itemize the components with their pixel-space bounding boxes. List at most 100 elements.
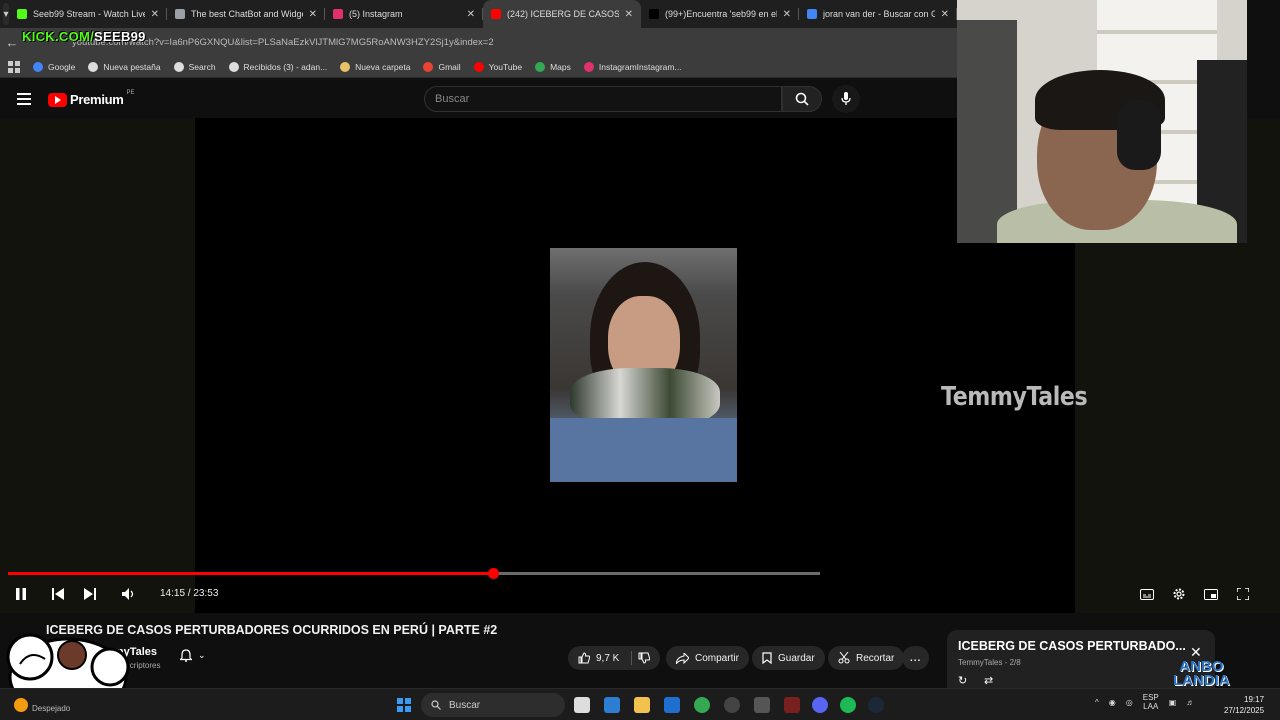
bookmark-favicon-icon bbox=[473, 61, 484, 72]
like-button[interactable]: 9,7 K bbox=[568, 646, 661, 670]
bookmark-item[interactable]: Nueva carpeta bbox=[340, 61, 410, 72]
close-tab-icon[interactable]: ✕ bbox=[625, 9, 633, 20]
youtube-header: Premium PE Buscar bbox=[0, 79, 957, 119]
scissors-icon bbox=[838, 652, 850, 664]
browser-tab[interactable]: (99+)Encuentra 'seb99 en el co ✕ bbox=[641, 0, 799, 28]
obs-icon[interactable] bbox=[724, 697, 740, 713]
copilot-icon[interactable] bbox=[604, 697, 620, 713]
close-tab-icon[interactable]: ✕ bbox=[151, 9, 159, 20]
settings-button[interactable] bbox=[1171, 584, 1187, 604]
display-icon[interactable]: ▣ bbox=[1169, 698, 1177, 707]
notifications-button[interactable]: ⌄ bbox=[180, 649, 206, 662]
lang-region: LAA bbox=[1143, 702, 1159, 711]
bookmark-favicon-icon bbox=[340, 61, 351, 72]
bookmark-item[interactable]: Google bbox=[33, 61, 75, 72]
bell-icon bbox=[180, 649, 192, 662]
clock[interactable]: 19:17 27/12/2025 bbox=[1224, 694, 1264, 716]
bookmark-label: Recibidos (3) - adan... bbox=[243, 61, 328, 72]
search-button[interactable] bbox=[782, 86, 822, 112]
language-indicator[interactable]: ESP LAA bbox=[1143, 693, 1159, 711]
elgato-icon[interactable] bbox=[754, 697, 770, 713]
close-tab-icon[interactable]: ✕ bbox=[783, 9, 791, 20]
tab-favicon-icon bbox=[649, 9, 659, 19]
bookmark-favicon-icon bbox=[423, 61, 434, 72]
thumbs-down-icon[interactable] bbox=[638, 652, 651, 664]
progress-played bbox=[8, 572, 493, 575]
share-icon bbox=[676, 652, 689, 664]
shuffle-icon[interactable]: ⇄ bbox=[984, 674, 993, 687]
kick-channel-overlay: KICK.COM/SEEB99 bbox=[22, 29, 146, 44]
close-tab-icon[interactable]: ✕ bbox=[309, 9, 317, 20]
loop-icon[interactable]: ↻ bbox=[958, 674, 967, 687]
discord-icon[interactable] bbox=[812, 697, 828, 713]
apps-grid-icon[interactable] bbox=[8, 60, 20, 73]
file-explorer-icon[interactable] bbox=[634, 697, 650, 713]
menu-icon[interactable] bbox=[17, 93, 31, 105]
bookmark-item[interactable]: Search bbox=[173, 61, 216, 72]
clip-button[interactable]: Recortar bbox=[828, 646, 905, 670]
browser-tab[interactable]: (242) ICEBERG DE CASOS P ✕ bbox=[483, 0, 641, 28]
search-input[interactable]: Buscar bbox=[424, 86, 782, 112]
time-display: 14:15 / 23:53 bbox=[160, 588, 219, 599]
bookmark-item[interactable]: Maps bbox=[535, 61, 571, 72]
weather-icon[interactable] bbox=[14, 698, 28, 712]
bookmark-label: Maps bbox=[550, 61, 571, 72]
fullscreen-button[interactable] bbox=[1235, 584, 1251, 604]
tab-favicon-icon bbox=[807, 9, 817, 19]
tab-label: (99+)Encuentra 'seb99 en el co bbox=[665, 9, 777, 19]
browser-tab[interactable]: The best ChatBot and Widgets ✕ bbox=[167, 0, 325, 28]
windows-start-icon[interactable] bbox=[397, 698, 411, 712]
system-tray: ^ ◉ ◎ ESP LAA ▣ ♬ bbox=[1095, 693, 1194, 711]
bookmark-label: Nueva pestaña bbox=[103, 61, 161, 72]
previous-button[interactable] bbox=[51, 584, 65, 604]
taskbar-search[interactable]: Buscar bbox=[421, 693, 565, 717]
bookmark-item[interactable]: YouTube bbox=[473, 61, 523, 72]
app-icon[interactable] bbox=[784, 697, 800, 713]
steam-icon[interactable] bbox=[868, 697, 884, 713]
bookmark-item[interactable]: InstagramInstagram... bbox=[583, 61, 682, 72]
task-view-icon[interactable] bbox=[574, 697, 590, 713]
bookmark-label: YouTube bbox=[488, 61, 523, 72]
network-icon[interactable]: ◉ bbox=[1109, 698, 1116, 707]
bookmark-favicon-icon bbox=[583, 61, 594, 72]
youtube-premium-logo[interactable]: Premium PE bbox=[48, 90, 135, 107]
kick-channel-name: SEEB99 bbox=[94, 29, 146, 44]
bookmark-item[interactable]: Recibidos (3) - adan... bbox=[228, 61, 328, 72]
chrome-icon[interactable] bbox=[694, 697, 710, 713]
bookmarks-bar: Google Nueva pestaña Search Recibidos (3) -… bbox=[0, 56, 957, 78]
share-button[interactable]: Compartir bbox=[666, 646, 749, 670]
video-letterbox-left bbox=[0, 118, 195, 613]
anbo-line2: LANDIA bbox=[1173, 672, 1230, 689]
close-tab-icon[interactable]: ✕ bbox=[467, 9, 475, 20]
mic-tray-icon[interactable]: ◎ bbox=[1126, 698, 1133, 707]
more-actions-button[interactable]: ... bbox=[902, 646, 930, 670]
bookmark-item[interactable]: Gmail bbox=[423, 61, 461, 72]
miniplayer-button[interactable] bbox=[1203, 584, 1219, 604]
next-button[interactable] bbox=[83, 584, 97, 604]
microphone-icon bbox=[841, 92, 851, 105]
subtitles-button[interactable] bbox=[1139, 584, 1155, 604]
tabs-container: Seeb99 Stream - Watch Live on✕The best C… bbox=[9, 0, 957, 28]
back-arrow-icon[interactable]: ← bbox=[0, 35, 24, 50]
browser-tab[interactable]: joran van der - Buscar con Goo ✕ bbox=[799, 0, 957, 28]
voice-search-button[interactable] bbox=[832, 85, 860, 113]
progress-scrubber[interactable] bbox=[487, 568, 499, 579]
subtitles-icon bbox=[1140, 588, 1154, 600]
bookmark-item[interactable]: Nueva pestaña bbox=[88, 61, 161, 72]
close-tab-icon[interactable]: ✕ bbox=[941, 9, 949, 20]
save-button[interactable]: Guardar bbox=[752, 646, 825, 670]
playlist-title[interactable]: ICEBERG DE CASOS PERTURBADO... bbox=[958, 639, 1186, 653]
browser-tab[interactable]: (5) Instagram ✕ bbox=[325, 0, 483, 28]
store-icon[interactable] bbox=[664, 697, 680, 713]
speaker-icon[interactable]: ♬ bbox=[1186, 698, 1194, 707]
volume-button[interactable] bbox=[121, 584, 137, 604]
bookmark-favicon-icon bbox=[228, 61, 239, 72]
browser-tab[interactable]: Seeb99 Stream - Watch Live on ✕ bbox=[9, 0, 167, 28]
save-label: Guardar bbox=[778, 652, 815, 664]
tab-favicon-icon bbox=[333, 9, 343, 19]
spotify-icon[interactable] bbox=[840, 697, 856, 713]
pause-button[interactable] bbox=[14, 584, 28, 604]
chevron-up-icon[interactable]: ^ bbox=[1095, 698, 1099, 707]
brand-label: Premium bbox=[70, 92, 124, 107]
skip-next-icon bbox=[84, 588, 96, 600]
